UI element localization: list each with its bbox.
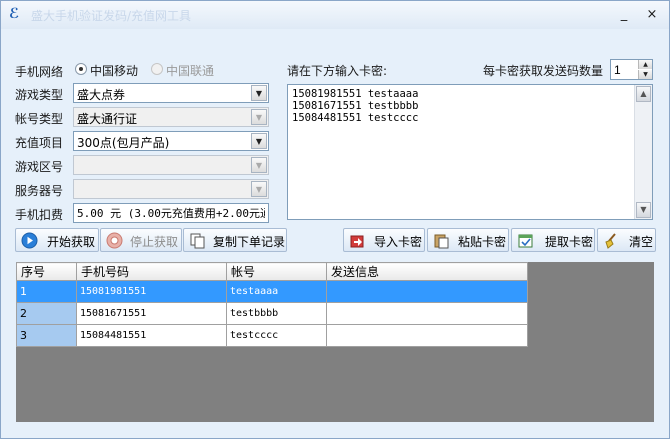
table-row[interactable]: 1 15081981551 testaaaa — [16, 280, 528, 303]
window-title: 盛大手机验证发码/充值网工具 — [31, 9, 192, 23]
extract-cards-button[interactable]: 提取卡密 — [511, 228, 595, 252]
main-window: ℰ 盛大手机验证发码/充值网工具 _ × 手机网络 中国移动 中国联通 游戏类型… — [0, 0, 670, 439]
recharge-label: 充值项目 — [15, 136, 64, 150]
spin-down-icon[interactable]: ▼ — [638, 70, 652, 79]
account-type-value: 盛大通行证 — [77, 112, 138, 126]
row-account: testcccc — [226, 324, 327, 347]
minimize-button[interactable]: _ — [615, 7, 633, 23]
app-icon: ℰ — [9, 6, 20, 22]
radio-china-mobile[interactable] — [75, 63, 87, 75]
china-mobile-label[interactable]: 中国移动 — [90, 62, 138, 79]
paste-cards-button[interactable]: 粘贴卡密 — [427, 228, 509, 252]
row-index: 3 — [16, 324, 77, 347]
chevron-down-icon[interactable]: ▼ — [251, 109, 267, 125]
account-type-label: 帐号类型 — [15, 112, 64, 126]
server-label: 服务器号 — [15, 184, 64, 198]
table-header: 序号 手机号码 帐号 发送信息 — [16, 262, 528, 281]
fee-label: 手机扣费 — [15, 208, 64, 222]
zone-select[interactable]: ▼ — [73, 155, 269, 175]
fee-field[interactable] — [73, 203, 269, 223]
scroll-up-icon[interactable]: ▲ — [636, 86, 651, 102]
import-cards-button[interactable]: 导入卡密 — [343, 228, 425, 252]
table-row[interactable]: 3 15084481551 testcccc — [16, 324, 528, 347]
game-type-label: 游戏类型 — [15, 88, 64, 102]
col-header-message[interactable]: 发送信息 — [326, 262, 528, 281]
play-icon — [21, 232, 38, 249]
import-icon — [350, 235, 364, 248]
results-table: 序号 手机号码 帐号 发送信息 1 15081981551 testaaaa 2… — [16, 262, 528, 347]
col-header-phone[interactable]: 手机号码 — [76, 262, 227, 281]
game-type-select[interactable]: 盛大点券 ▼ — [73, 83, 269, 103]
account-type-select[interactable]: 盛大通行证 ▼ — [73, 107, 269, 127]
recharge-value: 300点(包月产品) — [77, 136, 170, 150]
row-index: 2 — [16, 302, 77, 325]
copy-records-button[interactable]: 复制下单记录 — [183, 228, 287, 252]
extract-icon — [518, 234, 533, 248]
cards-textarea-box[interactable]: ▲ ▼ — [287, 84, 653, 220]
count-stepper[interactable]: ▲ ▼ — [610, 59, 653, 80]
zone-label: 游戏区号 — [15, 160, 64, 174]
row-index: 1 — [16, 280, 77, 303]
title-bar[interactable]: ℰ 盛大手机验证发码/充值网工具 _ × — [1, 1, 669, 29]
row-account: testbbbb — [226, 302, 327, 325]
network-label: 手机网络 — [15, 65, 64, 79]
stop-icon — [106, 232, 123, 249]
spin-up-icon[interactable]: ▲ — [638, 60, 652, 69]
chevron-down-icon[interactable]: ▼ — [251, 157, 267, 173]
recharge-select[interactable]: 300点(包月产品) ▼ — [73, 131, 269, 151]
col-header-index[interactable]: 序号 — [16, 262, 77, 281]
row-phone: 15081671551 — [76, 302, 227, 325]
row-account: testaaaa — [226, 280, 327, 303]
row-message — [326, 280, 528, 303]
broom-icon — [605, 233, 616, 249]
table-row[interactable]: 2 15081671551 testbbbb — [16, 302, 528, 325]
copy-icon — [190, 233, 205, 249]
count-input[interactable] — [611, 60, 639, 79]
row-message — [326, 324, 528, 347]
fee-input[interactable] — [74, 204, 268, 222]
chevron-down-icon[interactable]: ▼ — [251, 181, 267, 197]
game-type-value: 盛大点券 — [77, 88, 126, 102]
count-label: 每卡密获取发送码数量 — [483, 64, 604, 78]
paste-icon — [434, 234, 449, 249]
china-unicom-label[interactable]: 中国联通 — [166, 62, 214, 79]
scroll-down-icon[interactable]: ▼ — [636, 202, 651, 218]
close-button[interactable]: × — [643, 7, 661, 23]
server-select[interactable]: ▼ — [73, 179, 269, 199]
chevron-down-icon[interactable]: ▼ — [251, 133, 267, 149]
row-message — [326, 302, 528, 325]
col-header-account[interactable]: 帐号 — [226, 262, 327, 281]
row-phone: 15084481551 — [76, 324, 227, 347]
start-button[interactable]: 开始获取 — [15, 228, 99, 252]
results-grid[interactable]: 序号 手机号码 帐号 发送信息 1 15081981551 testaaaa 2… — [16, 262, 654, 422]
cards-prompt: 请在下方输入卡密: — [287, 64, 388, 78]
chevron-down-icon[interactable]: ▼ — [251, 85, 267, 101]
vertical-scrollbar[interactable]: ▲ ▼ — [634, 85, 652, 219]
row-phone: 15081981551 — [76, 280, 227, 303]
stop-button[interactable]: 停止获取 — [100, 228, 182, 252]
radio-china-unicom[interactable] — [151, 63, 163, 75]
clear-button[interactable]: 清空 — [597, 228, 656, 252]
cards-textarea[interactable] — [288, 85, 634, 219]
